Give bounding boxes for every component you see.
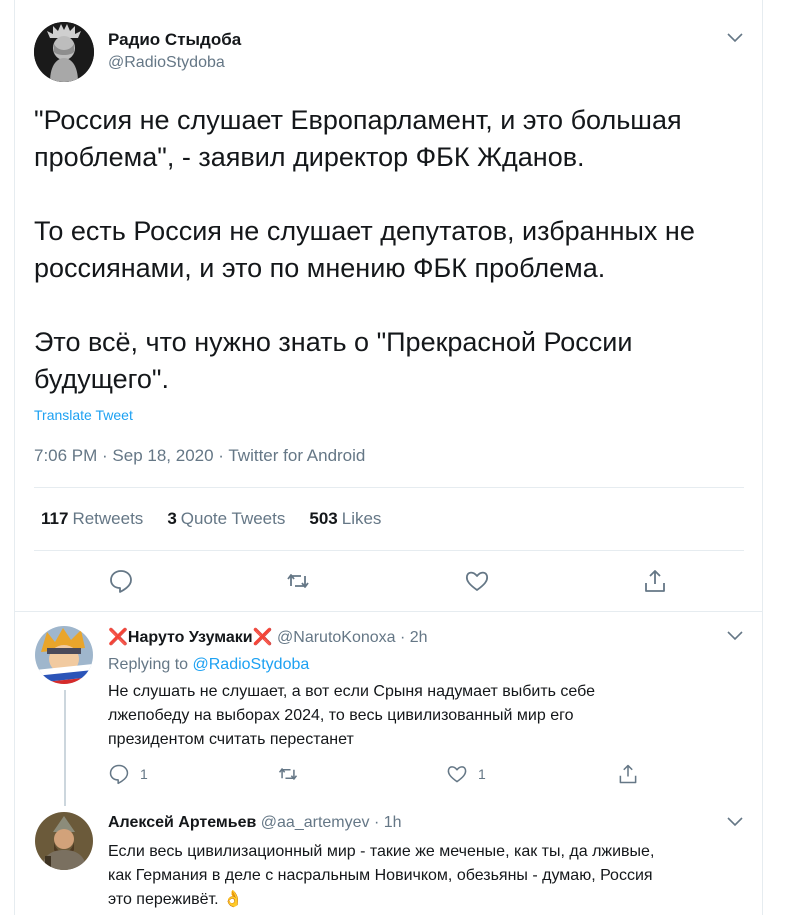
reply-header: Алексей Артемьев @aa_artemyev · 1h (108, 814, 402, 832)
share-icon (619, 764, 637, 784)
like-count: 1 (478, 766, 486, 782)
chevron-down-icon[interactable] (726, 630, 744, 642)
reply-text: Не слушать не слушает, а вот если Срыня … (108, 683, 596, 748)
replying-to: Replying to @RadioStydoba (108, 656, 310, 673)
tweet-stats: 117 Retweets 3 Quote Tweets 503 Likes (41, 509, 381, 529)
ok-hand-emoji-icon: 👌 (222, 891, 243, 908)
chevron-down-icon[interactable] (726, 816, 744, 828)
chevron-down-icon[interactable] (726, 32, 744, 44)
reply-icon (109, 764, 129, 785)
likes-stat[interactable]: 503 Likes (309, 509, 381, 529)
replying-to-link[interactable]: @RadioStydoba (193, 656, 310, 673)
reply-icon[interactable] (108, 568, 134, 594)
translate-tweet-link[interactable]: Translate Tweet (34, 407, 133, 423)
reply-header: ❌Наруто Узумаки❌ @NarutoKonoxa · 2h (108, 627, 428, 647)
reply-text: Если весь цивилизационный мир - такие же… (108, 843, 655, 908)
quote-tweets-stat[interactable]: 3 Quote Tweets (167, 509, 285, 529)
reply-button[interactable]: 1 (108, 763, 148, 785)
author-avatar[interactable] (34, 22, 94, 82)
reply-avatar[interactable] (35, 626, 93, 684)
reply-author-name[interactable]: Алексей Артемьев (108, 814, 256, 831)
reply-author-name[interactable]: Наруто Узумаки (128, 629, 253, 646)
author-name[interactable]: Радио Стыдоба (108, 30, 241, 50)
divider (34, 487, 744, 488)
like-icon (447, 766, 467, 783)
reply-author-handle[interactable]: @aa_artemyev (261, 814, 370, 831)
tweet-text: "Россия не слушает Европарламент, и это … (34, 105, 695, 394)
reply-author-handle[interactable]: @NarutoKonoxa (277, 629, 396, 646)
retweet-icon (278, 768, 298, 780)
reply-avatar[interactable] (35, 812, 93, 870)
cross-mark-icon: ❌ (252, 629, 273, 646)
reply-count: 1 (140, 766, 148, 782)
share-icon[interactable] (642, 568, 668, 594)
tweet-timestamp[interactable]: 7:06 PM · Sep 18, 2020 · Twitter for And… (34, 446, 365, 466)
reply-time[interactable]: · 1h (374, 814, 402, 831)
like-button[interactable]: 1 (446, 763, 486, 785)
retweet-icon[interactable] (285, 568, 311, 594)
retweets-stat[interactable]: 117 Retweets (41, 509, 143, 529)
divider (15, 611, 763, 612)
author-handle[interactable]: @RadioStydoba (108, 54, 225, 72)
divider (34, 550, 744, 551)
share-button[interactable] (617, 763, 639, 785)
reply-time[interactable]: · 2h (400, 629, 428, 646)
thread-connector-line (64, 690, 66, 806)
cross-mark-icon: ❌ (108, 629, 128, 646)
retweet-button[interactable] (277, 763, 299, 785)
like-icon[interactable] (464, 568, 490, 594)
